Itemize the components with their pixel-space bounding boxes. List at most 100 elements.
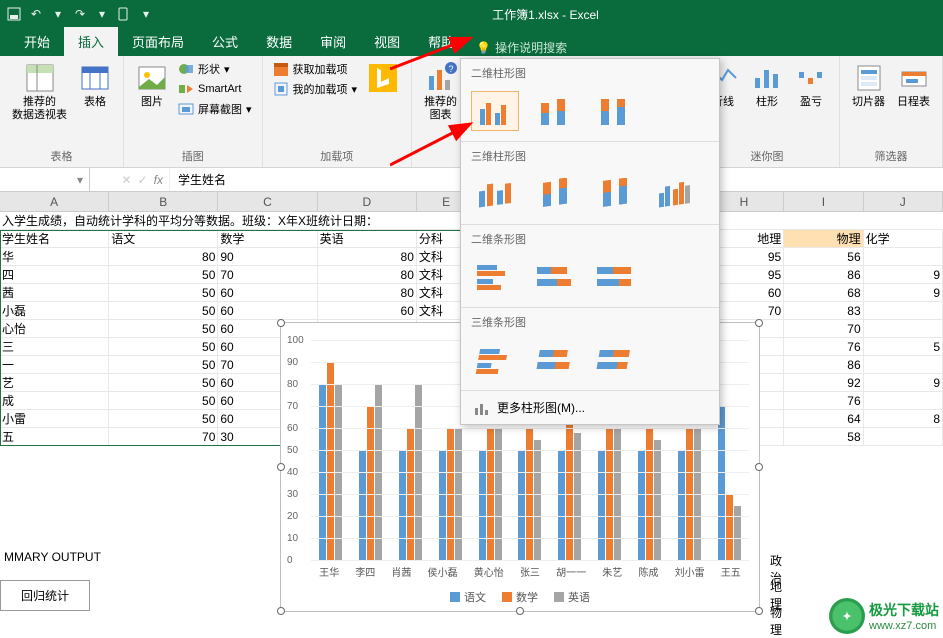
my-addins-button[interactable]: 我的加载项▾ [271, 80, 360, 98]
tab-start[interactable]: 开始 [10, 27, 64, 56]
chart-legend: 语文数学英语 [281, 589, 759, 605]
watermark-logo-icon: ✦ [829, 598, 865, 634]
3d-clustered-column-option[interactable] [471, 174, 519, 214]
col-header[interactable]: B [109, 192, 218, 211]
stacked-bar-option[interactable] [531, 257, 579, 297]
sparkline-col-icon [751, 62, 783, 94]
3d-stacked-bar-option[interactable] [531, 340, 579, 380]
more-column-charts[interactable]: 更多柱形图(M)... [461, 390, 719, 424]
cell[interactable]: 物理 [784, 230, 863, 247]
tab-insert[interactable]: 插入 [64, 27, 118, 56]
clustered-column-option[interactable] [471, 91, 519, 131]
tell-me-label: 操作说明搜索 [495, 39, 567, 56]
cell[interactable]: 数学 [218, 230, 317, 247]
col-header[interactable]: J [864, 192, 943, 211]
col-header[interactable]: D [318, 192, 417, 211]
cell[interactable]: 英语 [318, 230, 417, 247]
fx-icon[interactable]: fx [154, 173, 163, 187]
tab-help[interactable]: 帮助 [414, 27, 468, 56]
title-bar: ↶ ▾ ↷ ▾ ▾ 工作簿1.xlsx - Excel [0, 0, 943, 28]
tab-data[interactable]: 数据 [252, 27, 306, 56]
chevron-down-icon: ▾ [246, 103, 252, 116]
pictures-label: 图片 [141, 96, 163, 109]
timeline-icon [898, 62, 930, 94]
screenshot-button[interactable]: 屏幕截图▾ [176, 100, 254, 118]
section-2d-column: 二维柱形图 [461, 59, 719, 87]
touch-mode-icon[interactable] [116, 6, 132, 22]
tab-view[interactable]: 视图 [360, 27, 414, 56]
watermark-name: 极光下载站 [869, 600, 939, 620]
slicer-button[interactable]: 切片器 [848, 60, 889, 111]
slicer-icon [853, 62, 885, 94]
spark-winloss-button[interactable]: 盈亏 [791, 60, 831, 111]
timeline-button[interactable]: 日程表 [893, 60, 934, 111]
smartart-label: SmartArt [198, 83, 241, 95]
smartart-button[interactable]: SmartArt [176, 80, 254, 98]
group-spark-label: 迷你图 [751, 145, 784, 167]
stacked-100-column-option[interactable] [591, 91, 639, 131]
3d-clustered-bar-option[interactable] [471, 340, 519, 380]
chevron-down-icon: ▾ [352, 83, 358, 96]
chevron-down-icon: ▾ [224, 63, 230, 76]
cell[interactable]: 学生姓名 [0, 230, 109, 247]
chevron-down-icon[interactable]: ▾ [138, 6, 154, 22]
chevron-down-icon[interactable]: ▾ [50, 6, 66, 22]
redo-icon[interactable]: ↷ [72, 6, 88, 22]
pictures-button[interactable]: 图片 [132, 60, 172, 111]
cell[interactable]: 物理 [770, 604, 782, 638]
section-2d-bar: 二维条形图 [461, 225, 719, 253]
cell[interactable]: 入学生成绩，自动统计学科的平均分等数据。班级：X年X班统计日期： [0, 212, 480, 229]
shapes-label: 形状 [198, 61, 220, 77]
chevron-down-icon[interactable]: ▾ [77, 173, 83, 187]
3d-stacked-column-option[interactable] [531, 174, 579, 214]
lightbulb-icon: 💡 [476, 41, 491, 55]
3d-stacked-100-bar-option[interactable] [591, 340, 639, 380]
bing-icon [367, 62, 399, 94]
col-header[interactable]: A [0, 192, 109, 211]
more-label: 更多柱形图(M)... [497, 399, 585, 416]
chevron-down-icon[interactable]: ▾ [94, 6, 110, 22]
group-illus-label: 插图 [182, 145, 204, 167]
tell-me-search[interactable]: 💡 操作说明搜索 [476, 39, 567, 56]
3d-stacked-100-column-option[interactable] [591, 174, 639, 214]
recommended-charts-icon: ? [425, 62, 457, 94]
stacked-column-option[interactable] [531, 91, 579, 131]
recommended-charts-button[interactable]: ? 推荐的 图表 [420, 60, 461, 124]
col-header[interactable]: C [218, 192, 317, 211]
table-label: 表格 [84, 96, 106, 109]
summary-output-label: MMARY OUTPUT [0, 548, 105, 566]
table-button[interactable]: 表格 [75, 60, 115, 111]
clustered-bar-option[interactable] [471, 257, 519, 297]
picture-icon [136, 62, 168, 94]
cell[interactable]: 化学 [864, 230, 943, 247]
section-3d-bar: 三维条形图 [461, 308, 719, 336]
tab-layout[interactable]: 页面布局 [118, 27, 198, 56]
svg-text:?: ? [448, 64, 453, 74]
name-box[interactable]: ▾ [0, 168, 90, 191]
ribbon-tabs: 开始 插入 页面布局 公式 数据 审阅 视图 帮助 💡 操作说明搜索 [0, 28, 943, 56]
tab-review[interactable]: 审阅 [306, 27, 360, 56]
spark-column-button[interactable]: 柱形 [747, 60, 787, 111]
group-addins-label: 加载项 [320, 145, 353, 167]
watermark: ✦ 极光下载站 www.xz7.com [829, 598, 939, 634]
get-addins-button[interactable]: 获取加载项 [271, 60, 360, 78]
undo-icon[interactable]: ↶ [28, 6, 44, 22]
regression-label: 回归统计 [0, 580, 90, 611]
tab-formula[interactable]: 公式 [198, 27, 252, 56]
bing-button[interactable] [363, 60, 403, 96]
col-header[interactable]: I [784, 192, 863, 211]
column-chart-dropdown: 二维柱形图 三维柱形图 二维条形图 三维条形图 更多柱形图(M)... [460, 58, 720, 425]
cell[interactable]: 语文 [109, 230, 218, 247]
stacked-100-bar-option[interactable] [591, 257, 639, 297]
slicer-label: 切片器 [852, 96, 885, 109]
pivot-icon [24, 62, 56, 94]
shapes-button[interactable]: 形状 ▾ [176, 60, 254, 78]
section-3d-column: 三维柱形图 [461, 142, 719, 170]
save-icon[interactable] [6, 6, 22, 22]
pivot-table-button[interactable]: 推荐的 数据透视表 [8, 60, 71, 124]
shapes-icon [178, 61, 194, 77]
get-addins-label: 获取加载项 [293, 61, 348, 77]
3d-column-option[interactable] [651, 174, 699, 214]
screenshot-icon [178, 101, 194, 117]
sparkline-winloss-icon [795, 62, 827, 94]
